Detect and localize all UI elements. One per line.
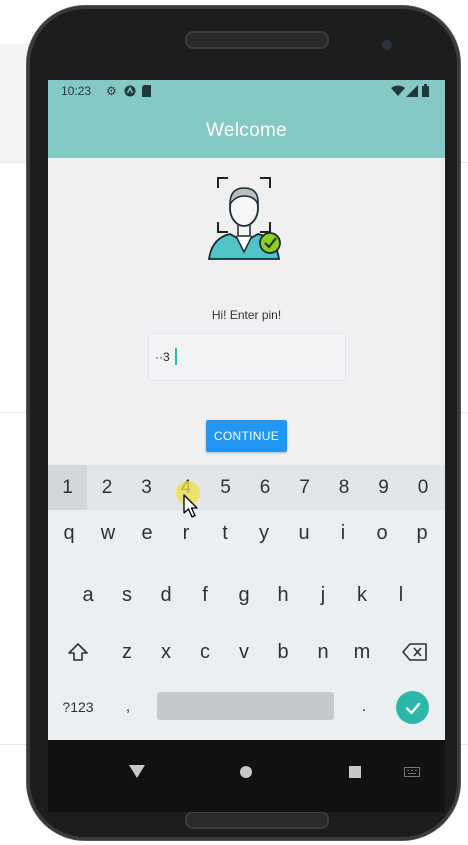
continue-button[interactable]: CONTINUE — [206, 420, 287, 452]
key-p[interactable]: p — [403, 513, 441, 553]
key-6[interactable]: 6 — [246, 465, 285, 510]
key-j[interactable]: j — [304, 575, 342, 615]
key-o[interactable]: o — [363, 513, 401, 553]
shift-icon — [68, 643, 88, 661]
period-key[interactable]: . — [350, 690, 378, 724]
check-icon — [405, 702, 420, 714]
key-c[interactable]: c — [186, 632, 224, 672]
key-t[interactable]: t — [206, 513, 244, 553]
front-camera — [382, 40, 392, 50]
key-x[interactable]: x — [147, 632, 185, 672]
face-id-illustration — [206, 176, 288, 260]
key-n[interactable]: n — [304, 632, 342, 672]
wifi-icon — [391, 85, 405, 100]
key-1[interactable]: 1 — [48, 465, 87, 510]
shift-key[interactable] — [58, 632, 98, 672]
key-w[interactable]: w — [89, 513, 127, 553]
key-f[interactable]: f — [186, 575, 224, 615]
android-icon — [124, 85, 136, 100]
key-m[interactable]: m — [343, 632, 381, 672]
key-9[interactable]: 9 — [364, 465, 403, 510]
key-v[interactable]: v — [225, 632, 263, 672]
back-button[interactable] — [125, 760, 149, 784]
key-k[interactable]: k — [343, 575, 381, 615]
recents-square-icon — [349, 766, 361, 778]
recents-button[interactable] — [343, 760, 367, 784]
top-speaker — [185, 31, 329, 49]
back-triangle-icon — [129, 765, 145, 778]
soft-keyboard: 1 2 3 4 5 6 7 8 9 0 q w e r t y u i o p … — [48, 465, 445, 740]
battery-icon — [422, 84, 429, 100]
done-key[interactable] — [396, 691, 429, 724]
background-panel — [0, 44, 30, 162]
pin-input-value: ··3 — [155, 350, 170, 364]
pin-prompt: Hi! Enter pin! — [211, 308, 282, 322]
key-q[interactable]: q — [50, 513, 88, 553]
key-z[interactable]: z — [108, 632, 146, 672]
key-8[interactable]: 8 — [325, 465, 364, 510]
key-7[interactable]: 7 — [285, 465, 324, 510]
keyboard-switch-button[interactable] — [400, 760, 424, 784]
number-row: 1 2 3 4 5 6 7 8 9 0 — [48, 465, 445, 510]
key-d[interactable]: d — [147, 575, 185, 615]
space-bar[interactable] — [157, 692, 334, 720]
key-a[interactable]: a — [69, 575, 107, 615]
home-button[interactable] — [234, 760, 258, 784]
comma-key[interactable]: , — [114, 690, 142, 724]
key-i[interactable]: i — [324, 513, 362, 553]
key-b[interactable]: b — [264, 632, 302, 672]
signal-icon — [406, 85, 418, 100]
key-5[interactable]: 5 — [206, 465, 245, 510]
key-g[interactable]: g — [225, 575, 263, 615]
key-e[interactable]: e — [128, 513, 166, 553]
key-s[interactable]: s — [108, 575, 146, 615]
key-u[interactable]: u — [285, 513, 323, 553]
app-bar-title: Welcome — [48, 104, 445, 158]
key-2[interactable]: 2 — [88, 465, 127, 510]
key-y[interactable]: y — [245, 513, 283, 553]
key-3[interactable]: 3 — [127, 465, 166, 510]
phone-screen: 10:23 ⚙ Welcome Hi! Enter pin! ··3 CONTI… — [48, 80, 445, 812]
symbols-key[interactable]: ?123 — [54, 690, 102, 724]
pin-input[interactable]: ··3 — [148, 333, 346, 381]
status-time: 10:23 — [61, 84, 92, 98]
backspace-key[interactable] — [394, 632, 436, 672]
key-h[interactable]: h — [264, 575, 302, 615]
gear-icon: ⚙ — [106, 84, 117, 98]
key-0[interactable]: 0 — [404, 465, 443, 510]
home-circle-icon — [240, 766, 252, 778]
keyboard-icon — [404, 767, 420, 777]
status-bar: 10:23 ⚙ — [48, 80, 445, 104]
sd-card-icon — [142, 85, 151, 100]
navigation-bar — [48, 740, 445, 812]
backspace-icon — [402, 643, 427, 661]
bottom-speaker — [185, 811, 329, 829]
key-l[interactable]: l — [382, 575, 420, 615]
text-cursor — [175, 348, 177, 365]
mouse-pointer-icon — [183, 494, 199, 523]
